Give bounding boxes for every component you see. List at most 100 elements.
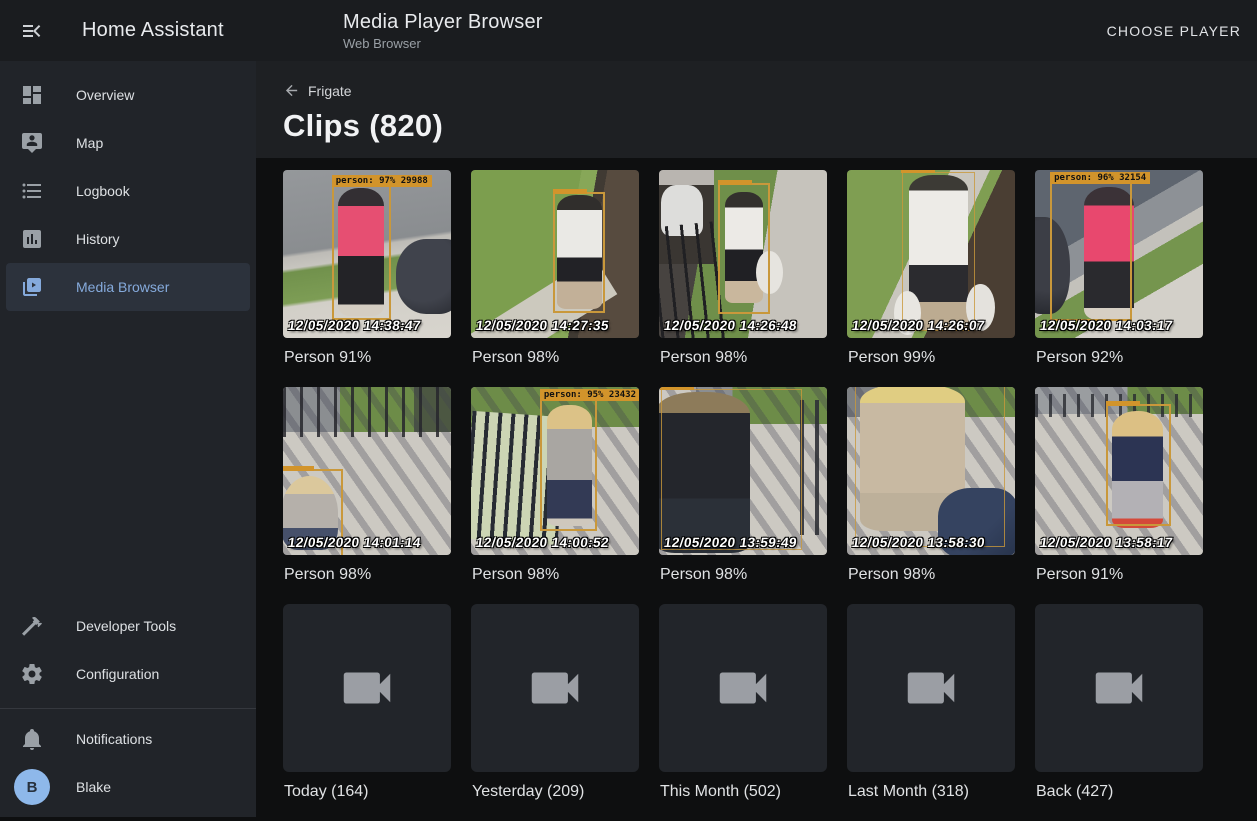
clip-card[interactable]: 12/05/2020 13:59:49 Person 98%: [659, 387, 827, 604]
clip-thumbnail[interactable]: 12/05/2020 13:58:17: [1035, 387, 1203, 555]
page-title-block: Media Player Browser Web Browser: [343, 11, 543, 51]
choose-player-button[interactable]: CHOOSE PLAYER: [1095, 13, 1253, 49]
timestamp-overlay: 12/05/2020 14:38:47: [287, 318, 422, 333]
breadcrumb-label: Frigate: [308, 83, 352, 99]
detection-box: person: 97% 29988: [332, 185, 391, 319]
hammer-icon: [20, 614, 44, 638]
detection-box: person: 95% 23432: [540, 399, 597, 532]
clip-card[interactable]: 12/05/2020 14:26:48 Person 98%: [659, 170, 827, 387]
clip-card[interactable]: 12/05/2020 13:58:30 Person 98%: [847, 387, 1015, 604]
sidebar-toggle-button[interactable]: [8, 7, 56, 55]
sidebar-item-map[interactable]: Map: [6, 119, 250, 167]
clip-thumbnail[interactable]: 12/05/2020 13:58:30: [847, 387, 1015, 555]
folder-card-back[interactable]: Back (427): [1035, 604, 1203, 821]
folder-label: Last Month (318): [848, 783, 1015, 802]
sidebar-item-history[interactable]: History: [6, 215, 250, 263]
clip-thumbnail[interactable]: 12/05/2020 14:27:35: [471, 170, 639, 338]
folder-tile[interactable]: [659, 604, 827, 772]
page-subtitle: Web Browser: [343, 36, 543, 51]
detection-tag-small: [718, 180, 752, 185]
sidebar-item-label: Overview: [76, 87, 134, 103]
sidebar-item-label: Configuration: [76, 666, 159, 682]
clip-label: Person 98%: [660, 566, 827, 585]
folder-tile[interactable]: [847, 604, 1015, 772]
clip-label: Person 98%: [472, 566, 639, 585]
folder-label: Today (164): [284, 783, 451, 802]
clip-thumbnail[interactable]: person: 95% 23432 12/05/2020 14:00:52: [471, 387, 639, 555]
timestamp-overlay: 12/05/2020 13:58:30: [851, 535, 986, 550]
folder-card-this-month[interactable]: This Month (502): [659, 604, 827, 821]
breadcrumb[interactable]: Frigate: [283, 82, 352, 99]
page-title: Media Player Browser: [343, 11, 543, 34]
sidebar-divider: [0, 708, 256, 709]
timestamp-overlay: 12/05/2020 13:59:49: [663, 535, 798, 550]
bell-icon: [20, 727, 44, 751]
sidebar-item-logbook[interactable]: Logbook: [6, 167, 250, 215]
app-bar-left: Home Assistant: [0, 7, 256, 55]
clip-label: Person 98%: [660, 349, 827, 368]
media-grid: person: 97% 29988 12/05/2020 14:38:47 Pe…: [256, 158, 1257, 821]
clip-thumbnail[interactable]: person: 97% 29988 12/05/2020 14:38:47: [283, 170, 451, 338]
detection-box: person: 96% 32154: [1050, 182, 1132, 321]
detection-box: [1106, 404, 1172, 527]
sidebar-item-label: Logbook: [76, 183, 130, 199]
sidebar-item-developer-tools[interactable]: Developer Tools: [6, 602, 250, 650]
menu-open-icon: [20, 19, 44, 43]
timestamp-overlay: 12/05/2020 14:26:48: [663, 318, 798, 333]
clip-thumbnail[interactable]: 12/05/2020 14:26:07: [847, 170, 1015, 338]
dashboard-icon: [20, 83, 44, 107]
sidebar-item-label: Developer Tools: [76, 618, 176, 634]
sidebar-item-media-browser[interactable]: Media Browser: [6, 263, 250, 311]
clip-card[interactable]: 12/05/2020 14:26:07 Person 99%: [847, 170, 1015, 387]
sidebar-item-notifications[interactable]: Notifications: [6, 715, 250, 763]
clip-card[interactable]: person: 95% 23432 12/05/2020 14:00:52 Pe…: [471, 387, 639, 604]
folder-label: Back (427): [1036, 783, 1203, 802]
clip-label: Person 98%: [284, 566, 451, 585]
sidebar-item-user[interactable]: B Blake: [6, 763, 250, 811]
clip-thumbnail[interactable]: 12/05/2020 13:59:49: [659, 387, 827, 555]
clip-thumbnail[interactable]: 12/05/2020 14:01:14: [283, 387, 451, 555]
clip-thumbnail[interactable]: person: 96% 32154 12/05/2020 14:03:17: [1035, 170, 1203, 338]
clip-card[interactable]: person: 96% 32154 12/05/2020 14:03:17 Pe…: [1035, 170, 1203, 387]
clip-label: Person 99%: [848, 349, 1015, 368]
detection-tag-small: [283, 466, 314, 471]
clip-card[interactable]: 12/05/2020 14:01:14 Person 98%: [283, 387, 451, 604]
play-box-multiple-icon: [20, 275, 44, 299]
clip-card[interactable]: 12/05/2020 13:58:17 Person 91%: [1035, 387, 1203, 604]
detection-tag-small: [1106, 401, 1140, 406]
clip-label: Person 91%: [1036, 566, 1203, 585]
video-icon: [1088, 657, 1150, 719]
folder-tile[interactable]: [471, 604, 639, 772]
detection-box: [855, 387, 1005, 547]
detection-tag-small: [901, 170, 935, 173]
folder-card-today[interactable]: Today (164): [283, 604, 451, 821]
video-icon: [900, 657, 962, 719]
sidebar-item-label: Map: [76, 135, 103, 151]
detection-tag-small: [553, 189, 587, 194]
timestamp-overlay: 12/05/2020 14:03:17: [1039, 318, 1174, 333]
folder-tile[interactable]: [1035, 604, 1203, 772]
folder-tile[interactable]: [283, 604, 451, 772]
sidebar-item-label: Notifications: [76, 731, 152, 747]
detection-tag-small: [660, 387, 694, 390]
gear-icon: [20, 662, 44, 686]
sidebar-item-overview[interactable]: Overview: [6, 71, 250, 119]
folder-card-last-month[interactable]: Last Month (318): [847, 604, 1015, 821]
sidebar-item-configuration[interactable]: Configuration: [6, 650, 250, 698]
clip-card[interactable]: 12/05/2020 14:27:35 Person 98%: [471, 170, 639, 387]
app-title: Home Assistant: [82, 19, 224, 42]
detection-box: [661, 389, 802, 550]
timestamp-overlay: 12/05/2020 13:58:17: [1039, 535, 1174, 550]
timestamp-overlay: 12/05/2020 14:27:35: [475, 318, 610, 333]
map-account-icon: [20, 131, 44, 155]
folder-card-yesterday[interactable]: Yesterday (209): [471, 604, 639, 821]
app-bar: Home Assistant Media Player Browser Web …: [0, 0, 1257, 61]
list-icon: [20, 179, 44, 203]
detection-tag: person: 97% 29988: [332, 175, 432, 187]
content-title: Clips (820): [283, 108, 1257, 144]
clip-thumbnail[interactable]: 12/05/2020 14:26:48: [659, 170, 827, 338]
clip-card[interactable]: person: 97% 29988 12/05/2020 14:38:47 Pe…: [283, 170, 451, 387]
clip-label: Person 92%: [1036, 349, 1203, 368]
media-browser-header: Frigate Clips (820): [256, 61, 1257, 158]
detection-box: [553, 192, 605, 313]
